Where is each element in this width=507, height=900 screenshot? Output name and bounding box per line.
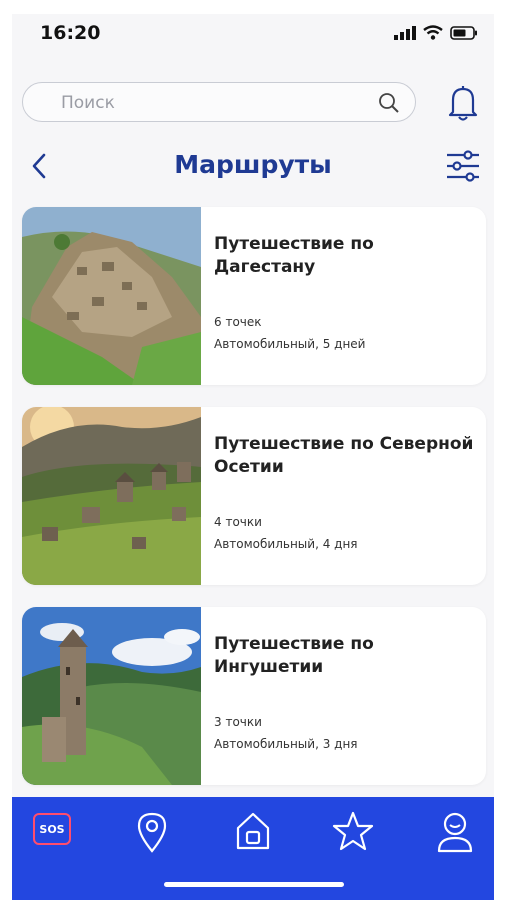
search-bar[interactable] xyxy=(22,82,416,122)
battery-icon xyxy=(450,25,478,44)
search-input[interactable] xyxy=(59,89,363,117)
route-meta: Автомобильный, 4 дня xyxy=(214,537,358,551)
phone-screen: 16:20 Маршруты xyxy=(12,14,494,900)
route-meta: Автомобильный, 3 дня xyxy=(214,737,358,751)
route-image xyxy=(22,407,201,585)
route-card[interactable]: Путешествие по Ингушетии 3 точки Автомоб… xyxy=(22,607,486,785)
sos-label: SOS xyxy=(39,822,65,836)
bell-icon[interactable] xyxy=(446,84,480,126)
status-bar: 16:20 xyxy=(12,14,494,54)
route-points: 3 точки xyxy=(214,715,262,729)
home-indicator xyxy=(164,882,344,887)
filter-icon[interactable] xyxy=(446,150,480,186)
route-card[interactable]: Путешествие по Северной Осетии 4 точки А… xyxy=(22,407,486,585)
status-time: 16:20 xyxy=(40,22,101,44)
tab-home[interactable] xyxy=(235,811,271,855)
route-title: Путешествие по Дагестану xyxy=(214,234,374,277)
sos-icon[interactable]: SOS xyxy=(33,813,71,845)
route-meta: Автомобильный, 5 дней xyxy=(214,337,366,351)
route-card[interactable]: Путешествие по Дагестану 6 точек Автомоб… xyxy=(22,207,486,385)
tab-sos[interactable]: SOS xyxy=(33,813,71,845)
route-image xyxy=(22,607,201,785)
route-title: Путешествие по Ингушетии xyxy=(214,634,374,677)
route-points: 6 точек xyxy=(214,315,262,329)
tab-map[interactable] xyxy=(136,811,168,857)
page-title: Маршруты xyxy=(174,150,332,179)
route-title: Путешествие по Северной Осетии xyxy=(214,434,474,477)
map-pin-icon[interactable] xyxy=(136,812,168,857)
tab-profile[interactable] xyxy=(436,811,474,857)
route-points: 4 точки xyxy=(214,515,262,529)
route-image xyxy=(22,207,201,385)
wifi-icon xyxy=(423,25,443,44)
signal-icon xyxy=(394,25,416,44)
search-icon[interactable] xyxy=(377,91,401,119)
tab-favorites[interactable] xyxy=(332,811,374,855)
profile-icon[interactable] xyxy=(436,812,474,857)
home-icon[interactable] xyxy=(235,812,271,855)
star-icon[interactable] xyxy=(332,811,374,855)
